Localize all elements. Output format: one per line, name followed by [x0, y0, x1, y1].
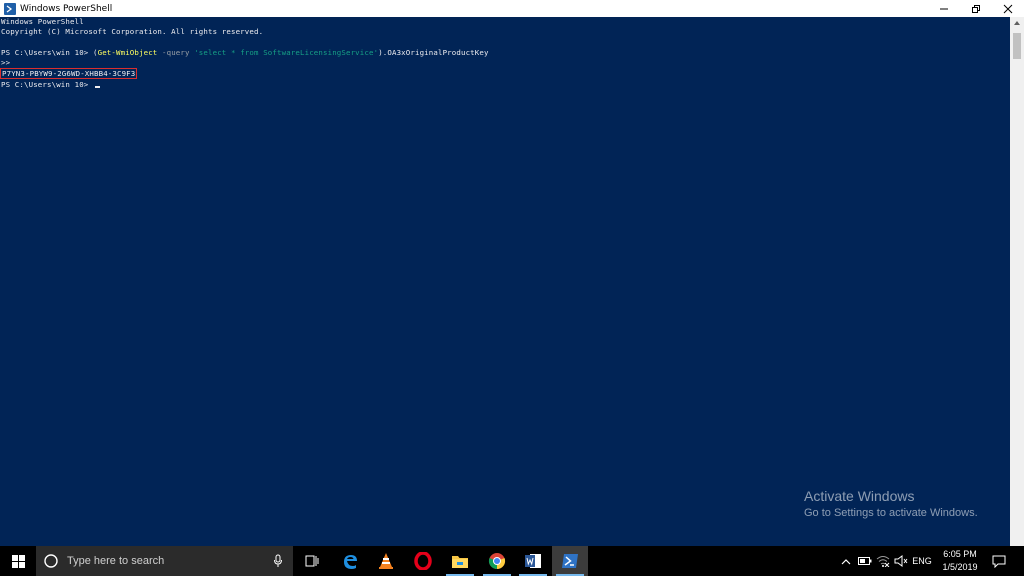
clock[interactable]: 6:05 PM 1/5/2019 [935, 548, 985, 574]
close-button[interactable] [992, 0, 1024, 17]
scroll-up-arrow-icon[interactable] [1014, 21, 1020, 25]
cmdlet: Get-WmiObject [97, 48, 158, 57]
product-key-highlight: P7YN3-PBYW9-2G6WD-XHBB4-3C9F3 [0, 68, 138, 79]
query-parameter: -query [157, 48, 195, 57]
query-string: 'select * from SoftwareLicensingService' [194, 48, 379, 57]
prompt: PS C:\Users\win 10> [1, 80, 93, 89]
prompt: PS C:\Users\win 10> [1, 48, 93, 57]
language-indicator[interactable]: ENG [910, 546, 934, 576]
edge-icon [344, 555, 357, 569]
word-button[interactable] [515, 546, 551, 576]
task-view-button[interactable] [294, 546, 330, 576]
minimize-icon [940, 8, 948, 9]
clock-time: 6:05 PM [943, 549, 977, 559]
volume-muted-icon [894, 555, 908, 567]
activate-heading: Activate Windows [804, 488, 915, 504]
edge-button[interactable] [332, 546, 368, 576]
network-button[interactable] [874, 546, 892, 576]
search-icon [44, 554, 58, 568]
start-button[interactable] [0, 546, 36, 576]
prompt-line: PS C:\Users\win 10> [1, 80, 100, 90]
scrollbar-thumb[interactable] [1013, 33, 1021, 59]
taskbar-search-box[interactable]: Type here to search [36, 546, 293, 576]
taskbar: Type here to search ENG 6:05 PM 1/5/2019 [0, 546, 1024, 576]
word-icon [525, 554, 541, 568]
opera-button[interactable] [405, 546, 441, 576]
show-hidden-icons-button[interactable] [838, 546, 854, 576]
clock-date: 1/5/2019 [942, 562, 978, 572]
restore-button[interactable] [960, 0, 992, 17]
banner-line-2: Copyright (C) Microsoft Corporation. All… [1, 27, 264, 36]
console-output[interactable]: Windows PowerShell Copyright (C) Microso… [0, 17, 1010, 546]
chrome-icon [488, 553, 506, 570]
wifi-disconnected-icon [876, 556, 890, 567]
vertical-scrollbar[interactable] [1010, 17, 1024, 546]
window-title: Windows PowerShell [20, 3, 113, 14]
file-explorer-button[interactable] [442, 546, 478, 576]
notification-icon [992, 555, 1006, 568]
vlc-button[interactable] [368, 546, 404, 576]
vlc-icon [379, 553, 393, 569]
powershell-icon [562, 554, 578, 568]
product-key-line: P7YN3-PBYW9-2G6WD-XHBB4-3C9F3 [0, 68, 138, 79]
chevron-up-icon [841, 558, 851, 564]
task-view-icon [305, 555, 319, 567]
activate-subtext: Go to Settings to activate Windows. [804, 507, 978, 519]
start-icon [11, 554, 25, 568]
volume-button[interactable] [892, 546, 910, 576]
file-explorer-icon [452, 556, 468, 568]
powershell-app-icon [4, 2, 16, 15]
powershell-taskbar-button[interactable] [552, 546, 588, 576]
minimize-button[interactable] [928, 0, 960, 17]
activate-windows-watermark: Activate Windows Go to Settings to activ… [804, 488, 978, 519]
action-center-button[interactable] [988, 546, 1010, 576]
search-placeholder: Type here to search [67, 555, 165, 567]
battery-button[interactable] [856, 546, 874, 576]
continuation-line: >> [1, 58, 11, 67]
battery-icon [858, 557, 872, 565]
chrome-button[interactable] [479, 546, 515, 576]
banner-line-1: Windows PowerShell [1, 17, 84, 26]
text-cursor [95, 86, 100, 88]
opera-icon [414, 552, 432, 570]
microphone-icon [274, 554, 282, 567]
command-line: PS C:\Users\win 10> (Get-WmiObject -quer… [1, 48, 489, 58]
property-access: ).OA3xOriginalProductKey [378, 48, 489, 57]
title-bar[interactable]: Windows PowerShell [0, 0, 1024, 17]
restore-icon [972, 4, 980, 13]
close-icon [1003, 4, 1013, 13]
